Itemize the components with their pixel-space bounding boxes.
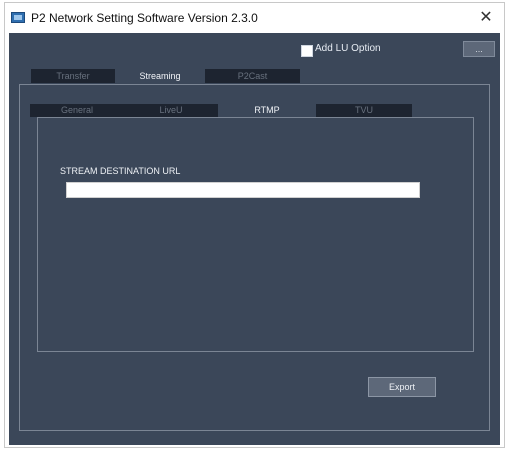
add-lu-option-label[interactable]: Add LU Option [315,43,381,54]
title-bar[interactable]: P2 Network Setting Software Version 2.3.… [5,3,504,33]
tab-liveu[interactable]: LiveU [124,104,218,117]
stream-destination-url-input[interactable] [66,182,420,198]
tab-tvu[interactable]: TVU [316,104,412,117]
client-area: Add LU Option ... Transfer Streaming P2C… [9,33,500,445]
tab-transfer[interactable]: Transfer [31,69,115,83]
close-button[interactable]: ✕ [474,7,498,29]
tab-general[interactable]: General [30,104,124,117]
tab-rtmp[interactable]: RTMP [218,104,316,117]
options-button[interactable]: ... [463,41,495,57]
tab-p2cast[interactable]: P2Cast [205,69,300,83]
rtmp-panel: STREAM DESTINATION URL [37,117,474,352]
app-icon [11,12,25,23]
tab-streaming[interactable]: Streaming [115,69,205,83]
stream-destination-url-label: STREAM DESTINATION URL [60,166,181,176]
window-title: P2 Network Setting Software Version 2.3.… [31,11,258,25]
app-window: P2 Network Setting Software Version 2.3.… [4,2,505,448]
export-button[interactable]: Export [368,377,436,397]
add-lu-option-checkbox[interactable] [301,45,313,57]
